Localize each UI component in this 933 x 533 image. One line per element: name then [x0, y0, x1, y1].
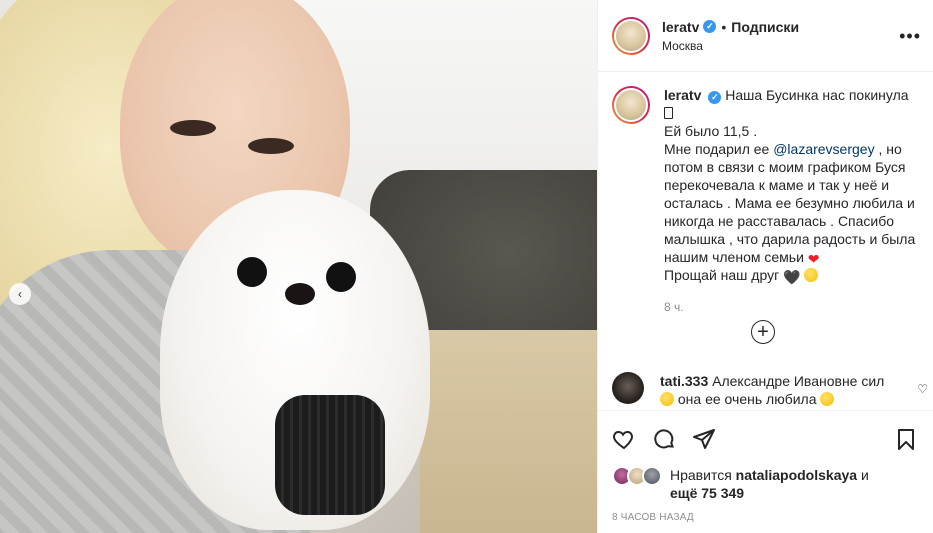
more-options-icon[interactable]: •••: [899, 26, 921, 47]
emoji-icon: [664, 107, 673, 119]
caption: leratv ✓ Наша Бусинка нас покинула Ей был…: [612, 86, 920, 284]
caption-time[interactable]: 8 ч.: [664, 300, 920, 314]
load-more-comments-button[interactable]: +: [751, 320, 775, 344]
black-heart-emoji-icon: 🖤: [783, 269, 801, 285]
photo-dog-eye-right: [326, 262, 356, 292]
comment-icon[interactable]: [652, 427, 676, 451]
photo-eye-right: [248, 138, 294, 154]
liker-username[interactable]: nataliapodolskaya: [736, 467, 857, 483]
sad-face-emoji-icon: [804, 268, 819, 282]
likes-text: Нравится nataliapodolskaya и ещё 75 349: [670, 466, 869, 502]
caption-line-3-pre: Мне подарил ее: [664, 141, 770, 157]
comment-avatar[interactable]: [612, 372, 644, 404]
liker-avatar: [642, 466, 662, 486]
caption-area: leratv ✓ Наша Бусинка нас покинула Ей был…: [598, 72, 933, 368]
photo-eye-left: [170, 120, 216, 136]
caption-text: leratv ✓ Наша Бусинка нас покинула Ей был…: [664, 86, 920, 284]
mention-link[interactable]: @lazarevsergey: [773, 141, 874, 157]
sad-face-emoji-icon: [820, 392, 835, 406]
photo-dog-eye-left: [237, 257, 267, 287]
post-timestamp[interactable]: 8 ЧАСОВ НАЗАД: [612, 512, 694, 523]
post-location[interactable]: Москва: [662, 39, 799, 53]
caption-line-3-post: , но потом в связи с моим графиком Буся …: [664, 141, 916, 265]
likes-and: и: [860, 467, 869, 483]
carousel-prev-button[interactable]: ‹: [9, 283, 31, 305]
comment-body: Александре Ивановне сил: [712, 373, 885, 389]
liker-avatars[interactable]: [612, 466, 662, 486]
like-icon[interactable]: [612, 427, 636, 451]
caption-line-2: Ей было 11,5 .: [664, 123, 758, 139]
caption-line-4: Прощай наш друг: [664, 267, 780, 283]
comment-like-icon[interactable]: ♡: [917, 382, 928, 396]
comment-text: tati.333 Александре Ивановне сил она ее …: [660, 372, 895, 408]
photo-glove: [275, 395, 385, 515]
verified-icon: ✓: [708, 91, 722, 104]
plus-icon: +: [757, 321, 769, 343]
caption-username[interactable]: leratv: [664, 87, 701, 103]
likes-prefix: Нравится: [670, 467, 732, 483]
red-heart-emoji-icon: ❤: [807, 251, 820, 267]
photo-dog-nose: [285, 283, 315, 305]
photo-dashboard: [420, 330, 597, 533]
bookmark-icon[interactable]: [894, 427, 918, 451]
share-icon[interactable]: [692, 427, 716, 451]
comment-body-2: она ее очень любила: [677, 391, 817, 407]
comment-item: tati.333 Александре Ивановне сил она ее …: [612, 372, 928, 408]
post-header: leratv ✓ • Подписки Москва •••: [598, 0, 933, 72]
separator: •: [721, 18, 727, 35]
post-photo[interactable]: ‹: [0, 0, 597, 533]
author-username[interactable]: leratv: [662, 19, 699, 35]
chevron-left-icon: ‹: [18, 287, 22, 301]
likes-row: Нравится nataliapodolskaya и ещё 75 349: [612, 466, 869, 502]
caption-line-1: Наша Бусинка нас покинула: [725, 87, 909, 103]
following-button[interactable]: Подписки: [731, 19, 799, 35]
author-avatar[interactable]: [612, 16, 650, 55]
post-sidebar: leratv ✓ • Подписки Москва ••• leratv ✓ Н…: [597, 0, 933, 533]
verified-icon: ✓: [703, 20, 717, 33]
action-bar: [598, 410, 933, 464]
caption-avatar[interactable]: [612, 86, 650, 124]
likes-count[interactable]: ещё 75 349: [670, 485, 744, 501]
praying-emoji-icon: [660, 392, 674, 406]
comment-username[interactable]: tati.333: [660, 373, 708, 389]
